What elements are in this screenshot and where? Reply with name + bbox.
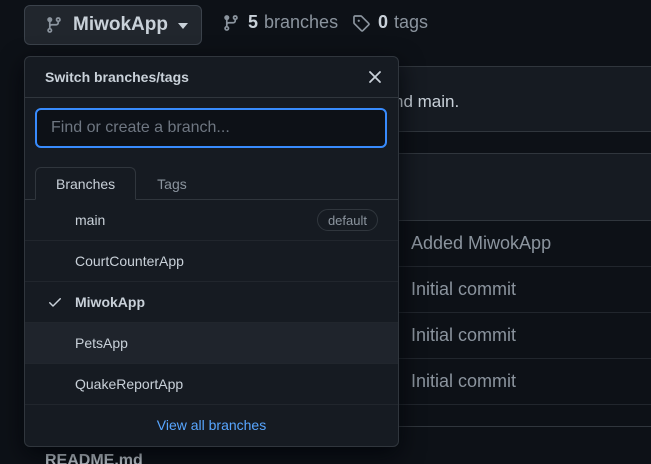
branches-label: branches: [264, 12, 339, 32]
branch-list: main default CourtCounterApp MiwokApp Pe…: [25, 200, 398, 405]
commit-message-panel: nd main.: [375, 66, 651, 132]
branch-search-input[interactable]: [35, 108, 387, 148]
branch-select-button[interactable]: MiwokApp: [24, 5, 202, 45]
tags-label: tags: [394, 12, 429, 32]
check-icon: [49, 298, 61, 307]
branches-link[interactable]: 5 branches: [222, 12, 338, 33]
file-row-commit[interactable]: Initial commit: [375, 359, 651, 405]
file-row-commit[interactable]: Initial commit: [375, 267, 651, 313]
branches-count: 5: [248, 12, 259, 32]
git-branch-icon: [47, 17, 61, 33]
branch-item-quakereportapp[interactable]: QuakeReportApp: [25, 364, 398, 405]
readme-heading[interactable]: README.md: [45, 452, 143, 464]
dropdown-header: Switch branches/tags: [25, 57, 398, 98]
view-all-branches-link[interactable]: View all branches: [25, 405, 398, 445]
branch-item-courtcounterapp[interactable]: CourtCounterApp: [25, 241, 398, 282]
git-branch-icon: [224, 14, 238, 31]
branch-name: main: [75, 212, 106, 228]
tab-tags[interactable]: Tags: [136, 167, 208, 200]
latest-commit-panel: [375, 153, 651, 221]
file-list: Added MiwokApp Initial commit Initial co…: [375, 221, 651, 405]
commit-message-text: nd main.: [394, 92, 460, 111]
default-badge: default: [316, 209, 378, 231]
branch-item-petsapp[interactable]: PetsApp: [25, 323, 398, 364]
file-list-end: [375, 405, 651, 427]
tag-icon: [353, 14, 370, 32]
file-row-commit[interactable]: Initial commit: [375, 313, 651, 359]
branch-item-main[interactable]: main default: [25, 200, 398, 241]
dropdown-search-section: Branches Tags: [25, 98, 398, 200]
branch-name: MiwokApp: [75, 294, 145, 310]
caret-down-icon: [178, 23, 188, 29]
branch-name: PetsApp: [75, 335, 128, 351]
branch-name: QuakeReportApp: [75, 376, 184, 392]
tags-link[interactable]: 0 tags: [352, 12, 428, 33]
dropdown-tabs: Branches Tags: [35, 167, 208, 200]
current-branch-label: MiwokApp: [73, 14, 168, 35]
file-row-commit[interactable]: Added MiwokApp: [375, 221, 651, 267]
branch-item-miwokapp[interactable]: MiwokApp: [25, 282, 398, 323]
dropdown-title: Switch branches/tags: [45, 69, 189, 85]
branch-name: CourtCounterApp: [75, 253, 184, 269]
tags-count: 0: [378, 12, 389, 32]
repo-page: nd main. Added MiwokApp Initial commit I…: [0, 0, 651, 464]
close-icon[interactable]: [367, 69, 383, 85]
branch-switcher-dropdown: Switch branches/tags Branches Tags main …: [24, 56, 399, 447]
tab-branches[interactable]: Branches: [35, 167, 137, 200]
